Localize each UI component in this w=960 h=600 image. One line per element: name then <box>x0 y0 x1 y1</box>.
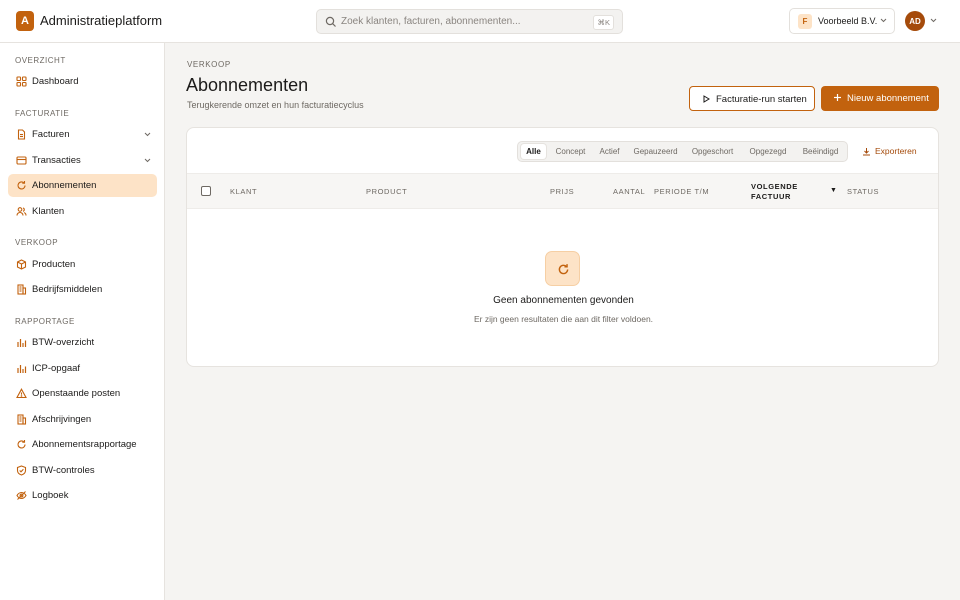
sidebar-item-facturen[interactable]: Facturen <box>8 123 157 146</box>
column-header-status[interactable]: STATUS <box>847 187 879 196</box>
organization-name: Voorbeeld B.V. <box>818 16 878 26</box>
shield-icon <box>16 465 27 476</box>
sidebar-item-abonnementen[interactable]: Abonnementen <box>8 174 157 197</box>
sidebar-item-btw-controles[interactable]: BTW-controles <box>8 459 157 482</box>
new-subscription-button[interactable]: Nieuw abonnement <box>821 86 939 111</box>
empty-state-subtitle: Er zijn geen resultaten die aan dit filt… <box>473 314 654 324</box>
download-icon <box>863 148 870 156</box>
sidebar-item-logboek[interactable]: Logboek <box>8 484 157 507</box>
users-icon <box>16 207 27 216</box>
export-button[interactable]: Exporteren <box>862 145 922 159</box>
search-shortcut: ⌘K <box>593 15 614 30</box>
sidebar-item-label: Logboek <box>32 490 69 501</box>
empty-state-title: Geen abonnementen gevonden <box>493 295 634 306</box>
sidebar-item-openstaande-posten[interactable]: Openstaande posten <box>8 382 157 405</box>
new-subscription-label: Nieuw abonnement <box>847 93 929 104</box>
empty-state-icon <box>545 251 580 286</box>
bar-chart-icon <box>17 339 27 347</box>
chevron-down-icon <box>144 158 151 163</box>
table-header: KLANT PRODUCT PRIJS AANTAL PERIODE T/M V… <box>187 173 938 209</box>
start-billing-run-label: Facturatie-run starten <box>716 94 807 105</box>
card-icon <box>16 156 27 165</box>
chevron-down-icon <box>880 18 887 23</box>
sidebar-section-verkoop: VERKOOP <box>15 238 59 247</box>
chevron-down-icon[interactable] <box>930 18 937 23</box>
sidebar-item-klanten[interactable]: Klanten <box>8 200 157 223</box>
subscriptions-card: Alle Concept Actief Gepauzeerd Opgeschor… <box>186 127 939 367</box>
search-placeholder: Zoek klanten, facturen, abonnementen... <box>341 16 521 27</box>
filter-concept[interactable]: Concept <box>551 144 590 159</box>
start-billing-run-button[interactable]: Facturatie-run starten <box>689 86 815 111</box>
column-header-periode[interactable]: PERIODE T/M <box>654 187 709 196</box>
sidebar-section-facturatie: FACTURATIE <box>15 109 70 118</box>
breadcrumb: VERKOOP <box>187 60 231 69</box>
sidebar-section-overzicht: OVERZICHT <box>15 56 66 65</box>
column-header-volgende-line1: VOLGENDE <box>751 182 798 191</box>
sidebar-item-label: ICP-opgaaf <box>32 363 81 374</box>
sidebar-item-label: BTW-overzicht <box>32 337 95 348</box>
eye-off-icon <box>16 491 27 500</box>
warning-icon <box>16 388 27 399</box>
avatar[interactable]: AD <box>905 11 925 31</box>
column-header-volgende-line2: FACTUUR <box>751 192 792 201</box>
sidebar-item-transacties[interactable]: Transacties <box>8 149 157 172</box>
status-filter-group: Alle Concept Actief Gepauzeerd Opgeschor… <box>517 141 848 162</box>
sidebar-item-label: Dashboard <box>32 76 79 87</box>
sidebar-section-rapportage: RAPPORTAGE <box>15 317 75 326</box>
top-bar: A Administratieplatform Zoek klanten, fa… <box>0 0 960 43</box>
filter-beeindigd[interactable]: Beëindigd <box>798 144 843 159</box>
sidebar-item-label: Producten <box>32 259 76 270</box>
search-input[interactable]: Zoek klanten, facturen, abonnementen... … <box>316 9 623 34</box>
sort-descending-icon[interactable]: ▼ <box>830 187 837 194</box>
filter-opgeschort[interactable]: Opgeschort <box>688 144 737 159</box>
sidebar-item-label: Klanten <box>32 206 65 217</box>
app-logo[interactable]: A <box>16 11 34 31</box>
sidebar-item-dashboard[interactable]: Dashboard <box>8 70 157 93</box>
plus-icon <box>834 94 841 101</box>
document-icon <box>17 129 26 140</box>
sidebar-item-label: Afschrijvingen <box>32 414 92 425</box>
refresh-icon <box>17 181 26 190</box>
building-icon <box>17 414 27 425</box>
refresh-icon <box>558 264 569 275</box>
chevron-down-icon <box>144 132 151 137</box>
sidebar-item-bedrijfsmiddelen[interactable]: Bedrijfsmiddelen <box>8 278 157 301</box>
bar-chart-icon <box>17 365 27 373</box>
page-subtitle: Terugkerende omzet en hun facturatiecycl… <box>187 100 364 110</box>
sidebar-item-afschrijvingen[interactable]: Afschrijvingen <box>8 408 157 431</box>
sidebar-item-label: Abonnementsrapportage <box>32 439 137 450</box>
organization-switcher[interactable]: F Voorbeeld B.V. <box>789 8 895 34</box>
sidebar-item-label: Abonnementen <box>32 180 97 191</box>
app-title[interactable]: Administratieplatform <box>40 13 162 28</box>
search-icon <box>325 16 336 27</box>
sidebar: OVERZICHT Dashboard FACTURATIE Facturen … <box>0 43 165 600</box>
column-header-product[interactable]: PRODUCT <box>366 187 407 196</box>
sidebar-item-icp-opgaaf[interactable]: ICP-opgaaf <box>8 357 157 380</box>
sidebar-item-label: Facturen <box>32 129 70 140</box>
grid-icon <box>16 76 27 87</box>
column-header-volgende-factuur[interactable]: VOLGENDE FACTUUR <box>751 182 798 202</box>
sidebar-item-label: Transacties <box>32 155 81 166</box>
filter-alle[interactable]: Alle <box>521 144 546 159</box>
column-header-klant[interactable]: KLANT <box>230 187 257 196</box>
box-icon <box>16 259 27 270</box>
organization-badge: F <box>798 14 812 29</box>
column-header-prijs[interactable]: PRIJS <box>550 187 574 196</box>
filter-actief[interactable]: Actief <box>595 144 624 159</box>
play-icon <box>703 95 710 103</box>
export-label: Exporteren <box>875 146 917 156</box>
refresh-icon <box>17 440 26 449</box>
filter-opgezegd[interactable]: Opgezegd <box>745 144 791 159</box>
sidebar-item-btw-overzicht[interactable]: BTW-overzicht <box>8 331 157 354</box>
sidebar-item-producten[interactable]: Producten <box>8 253 157 276</box>
page-title: Abonnementen <box>186 75 309 95</box>
sidebar-item-label: Openstaande posten <box>32 388 121 399</box>
sidebar-item-abonnementsrapportage[interactable]: Abonnementsrapportage <box>8 433 157 456</box>
filter-gepauzeerd[interactable]: Gepauzeerd <box>630 144 681 159</box>
sidebar-item-label: Bedrijfsmiddelen <box>32 284 103 295</box>
sidebar-item-label: BTW-controles <box>32 465 95 476</box>
column-header-aantal[interactable]: AANTAL <box>613 187 645 196</box>
building-icon <box>17 284 27 295</box>
select-all-checkbox[interactable] <box>201 186 211 196</box>
